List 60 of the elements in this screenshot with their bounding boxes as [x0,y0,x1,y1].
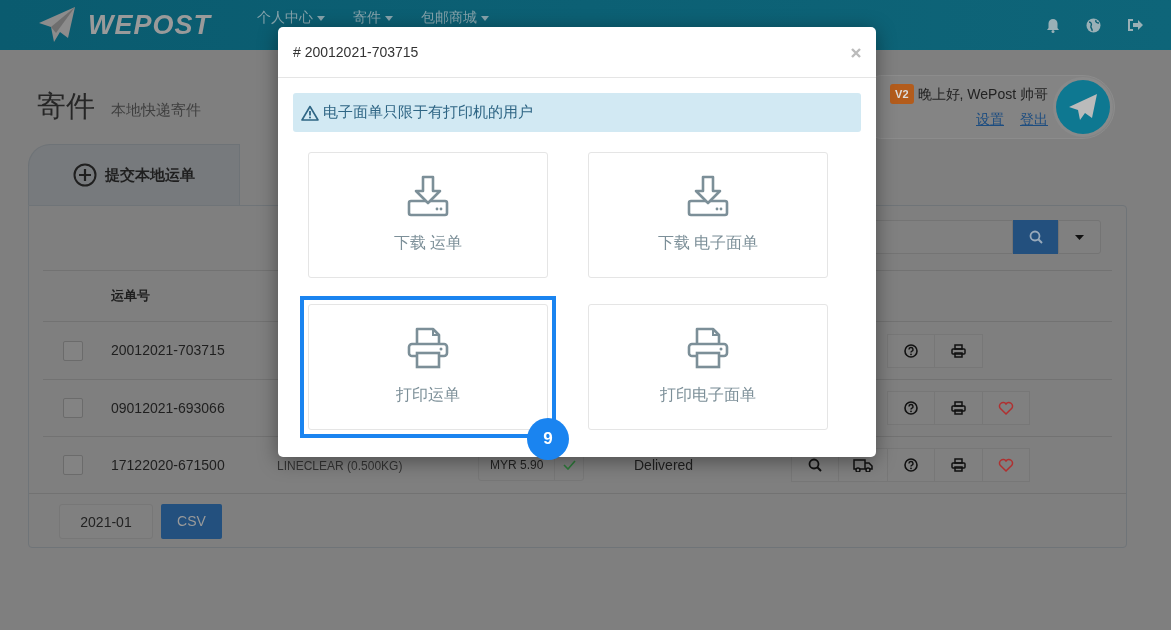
help-icon [904,458,918,472]
globe-icon [1086,17,1101,33]
option-card[interactable]: 打印电子面单 [588,304,828,430]
modal-title: # 20012021-703715 [293,42,419,62]
greeting-text: 晚上好, WePost 帅哥 [917,84,1048,104]
bell-icon [1046,17,1060,33]
row-checkbox[interactable] [63,340,83,361]
printer-icon [687,327,729,369]
printer-icon [951,401,966,415]
help-button[interactable] [887,333,935,368]
row-checkbox[interactable] [63,398,83,418]
paper-plane-icon [1068,92,1098,121]
page-title: 寄件 [37,88,95,124]
printer-icon [407,327,449,369]
print-button[interactable] [934,448,983,482]
tracking-number: 17122020-671500 [111,455,226,475]
csv-button[interactable]: CSV [161,504,222,539]
step-badge: 9 [527,418,569,460]
close-icon [851,48,861,59]
heart-icon [998,401,1014,415]
download-icon [407,175,449,217]
avatar[interactable] [1056,79,1110,134]
brand-name[interactable]: WEPOST [88,4,211,46]
caret-icon [1075,234,1084,240]
status-text: Delivered [634,456,694,473]
sign-out-icon [1127,18,1143,32]
nav-menu[interactable]: 寄件 [353,10,393,24]
option-card[interactable]: 下载 电子面单 [588,152,828,278]
user-link[interactable]: 设置 [976,108,1004,130]
truck-icon [853,458,873,472]
print-button[interactable] [934,391,983,425]
column-header: 运单号 [111,287,151,306]
option-card[interactable]: 下载 运单 [308,152,548,278]
option-card[interactable]: 打印运单 [308,304,548,430]
tracking-number: 20012021-703715 [111,341,226,360]
tab[interactable]: 提交本地运单 [28,144,240,205]
tracking-number: 09012021-693066 [111,398,226,418]
print-button[interactable] [934,333,983,368]
download-icon [687,175,729,217]
search-icon [808,458,822,472]
help-icon [904,343,918,358]
row-checkbox[interactable] [63,455,83,475]
search-icon [1028,230,1043,244]
help-button[interactable] [887,448,935,482]
warning-icon [301,104,319,121]
month-field[interactable]: 2021-01 [59,504,153,539]
alert-text: 电子面单只限于有打印机的用户 [323,102,533,123]
plus-circle-icon [73,163,97,187]
help-icon [904,401,918,415]
level-badge: V2 [890,83,914,105]
page-subtitle: 本地快递寄件 [111,100,201,121]
user-link[interactable]: 登出 [1020,108,1048,130]
paper-plane-logo-icon [38,6,76,44]
nav-menu[interactable]: 个人中心 [257,10,325,24]
help-button[interactable] [887,391,935,425]
service-text: LINECLEAR (0.500KG) [277,458,403,473]
printer-icon [951,458,966,472]
printer-icon [951,343,966,358]
nav-menu[interactable]: 包邮商城 [421,10,489,24]
heart-icon [998,458,1014,472]
